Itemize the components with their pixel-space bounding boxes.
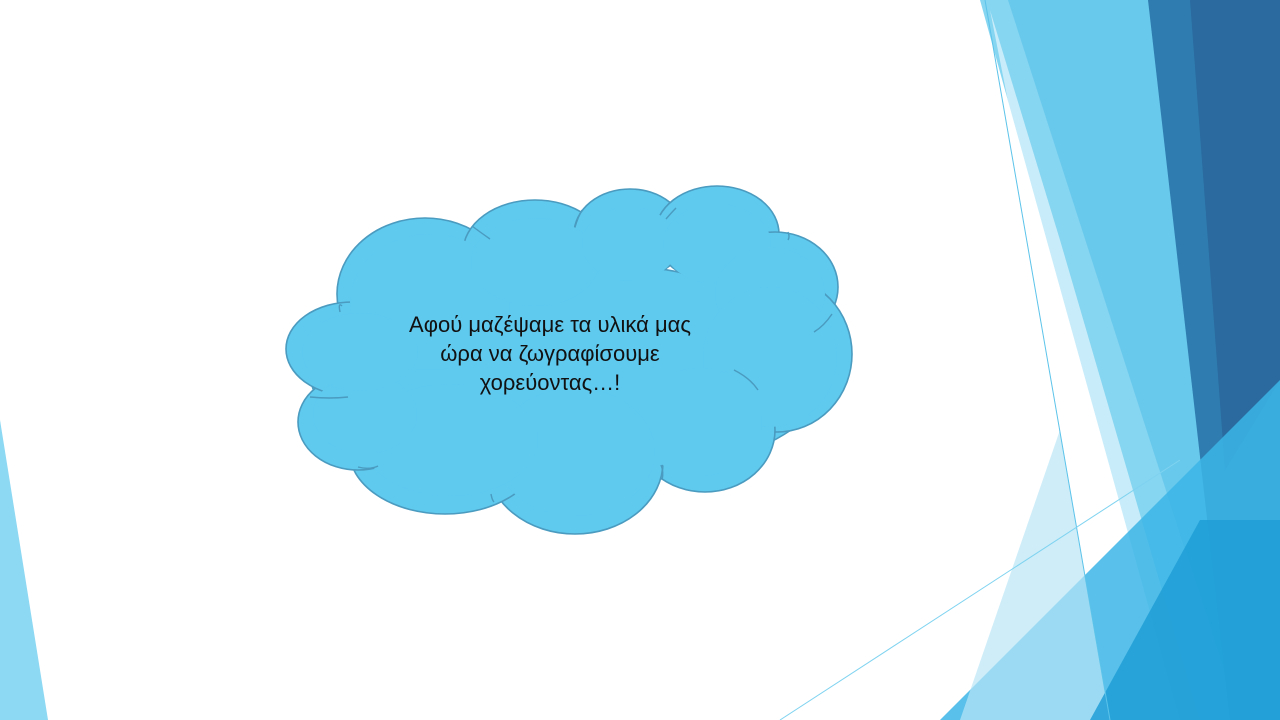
left-accent-triangle [0, 420, 48, 720]
cloud-caption-line-2: ώρα να ζωγραφίσουμε [440, 341, 660, 366]
cloud-caption-line-1: Αφού μαζέψαμε τα υλικά μας [409, 312, 691, 337]
cloud-caption-line-3: χορεύοντας…! [479, 370, 621, 395]
cloud-caption: Αφού μαζέψαμε τα υλικά μας ώρα να ζωγραφ… [378, 310, 722, 397]
thought-cloud: Αφού μαζέψαμε τα υλικά μας ώρα να ζωγραφ… [280, 182, 860, 540]
presentation-slide: Αφού μαζέψαμε τα υλικά μας ώρα να ζωγραφ… [0, 0, 1280, 720]
